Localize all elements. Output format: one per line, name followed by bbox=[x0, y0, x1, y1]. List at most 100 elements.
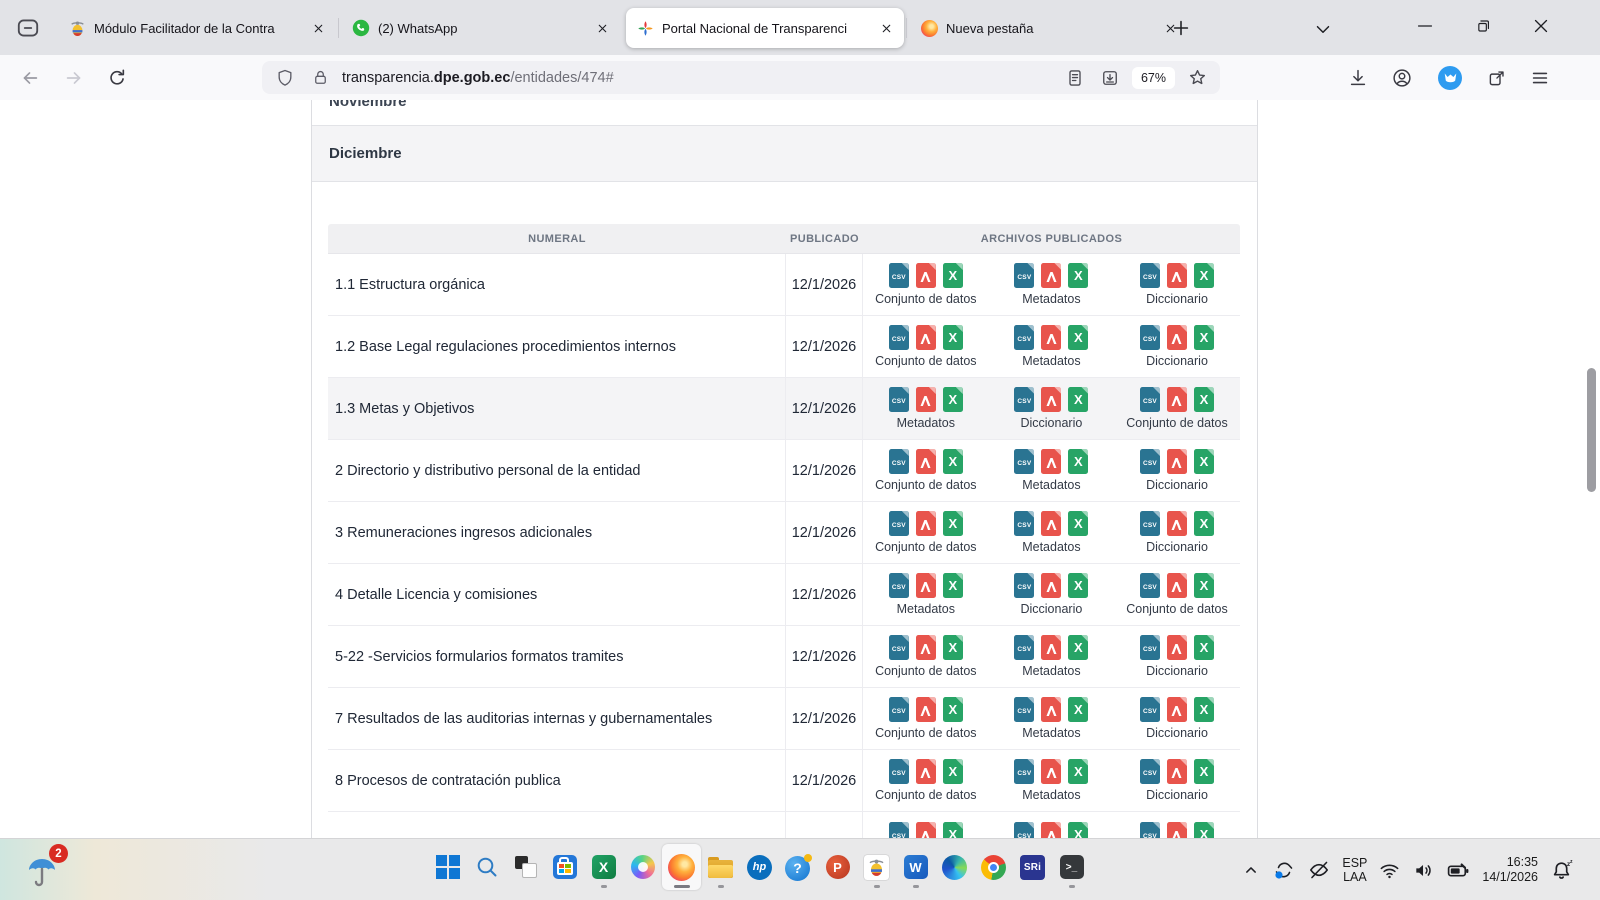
taskbar-file-explorer-icon[interactable] bbox=[701, 844, 740, 890]
file-xlsx-icon[interactable]: X bbox=[1068, 573, 1088, 598]
file-pdf-icon[interactable] bbox=[1041, 325, 1061, 350]
taskbar-sri-icon[interactable]: SRi bbox=[1013, 844, 1052, 890]
taskbar-edge-icon[interactable] bbox=[935, 844, 974, 890]
file-xlsx-icon[interactable]: X bbox=[1194, 325, 1214, 350]
tray-sync-icon[interactable] bbox=[1272, 858, 1296, 882]
volume-icon[interactable] bbox=[1412, 859, 1435, 882]
file-xlsx-icon[interactable]: X bbox=[943, 511, 963, 536]
file-csv-icon[interactable]: CSV bbox=[1014, 573, 1034, 598]
taskbar-soce-icon[interactable] bbox=[857, 844, 896, 890]
firefox-view-icon[interactable] bbox=[12, 13, 44, 43]
file-csv-icon[interactable]: CSV bbox=[889, 759, 909, 784]
taskbar-hp-icon[interactable]: hp bbox=[740, 844, 779, 890]
account-icon[interactable] bbox=[1386, 62, 1418, 94]
file-xlsx-icon[interactable]: X bbox=[943, 697, 963, 722]
window-minimize-button[interactable] bbox=[1408, 10, 1442, 42]
section-diciembre[interactable]: Diciembre bbox=[312, 126, 1257, 182]
file-pdf-icon[interactable] bbox=[1167, 387, 1187, 412]
file-csv-icon[interactable]: CSV bbox=[1014, 387, 1034, 412]
file-csv-icon[interactable]: CSV bbox=[889, 325, 909, 350]
notification-bell-icon[interactable]: zz bbox=[1549, 858, 1574, 883]
file-xlsx-icon[interactable]: X bbox=[1068, 263, 1088, 288]
file-xlsx-icon[interactable]: X bbox=[1068, 635, 1088, 660]
file-xlsx-icon[interactable]: X bbox=[943, 573, 963, 598]
bookmark-star-icon[interactable] bbox=[1184, 65, 1210, 91]
file-xlsx-icon[interactable]: X bbox=[943, 635, 963, 660]
file-pdf-icon[interactable] bbox=[1041, 635, 1061, 660]
file-xlsx-icon[interactable]: X bbox=[1194, 263, 1214, 288]
file-xlsx-icon[interactable]: X bbox=[1068, 759, 1088, 784]
file-csv-icon[interactable]: CSV bbox=[1140, 511, 1160, 536]
file-pdf-icon[interactable] bbox=[1041, 263, 1061, 288]
file-xlsx-icon[interactable]: X bbox=[1068, 822, 1088, 838]
file-csv-icon[interactable]: CSV bbox=[1014, 263, 1034, 288]
new-tab-button[interactable] bbox=[1166, 13, 1196, 43]
file-csv-icon[interactable]: CSV bbox=[889, 822, 909, 838]
file-csv-icon[interactable]: CSV bbox=[889, 449, 909, 474]
file-csv-icon[interactable]: CSV bbox=[1014, 449, 1034, 474]
forward-button[interactable] bbox=[58, 62, 90, 94]
file-csv-icon[interactable]: CSV bbox=[1140, 325, 1160, 350]
file-pdf-icon[interactable] bbox=[916, 635, 936, 660]
tab-modulo[interactable]: Módulo Facilitador de la Contra bbox=[58, 8, 336, 48]
weather-widget[interactable]: 2 bbox=[22, 847, 68, 893]
file-xlsx-icon[interactable]: X bbox=[1194, 573, 1214, 598]
taskbar-terminal-icon[interactable]: >_ bbox=[1052, 844, 1091, 890]
tab-nueva[interactable]: Nueva pestaña bbox=[910, 8, 1188, 48]
file-csv-icon[interactable]: CSV bbox=[1140, 635, 1160, 660]
file-xlsx-icon[interactable]: X bbox=[943, 759, 963, 784]
file-pdf-icon[interactable] bbox=[1041, 697, 1061, 722]
section-noviembre[interactable]: Noviembre bbox=[312, 100, 1257, 126]
file-pdf-icon[interactable] bbox=[1167, 325, 1187, 350]
taskbar-help-icon[interactable]: ? bbox=[779, 844, 818, 890]
file-xlsx-icon[interactable]: X bbox=[943, 822, 963, 838]
file-pdf-icon[interactable] bbox=[1041, 822, 1061, 838]
file-csv-icon[interactable]: CSV bbox=[1140, 263, 1160, 288]
file-xlsx-icon[interactable]: X bbox=[1068, 697, 1088, 722]
file-xlsx-icon[interactable]: X bbox=[943, 387, 963, 412]
file-pdf-icon[interactable] bbox=[1041, 387, 1061, 412]
save-page-icon[interactable] bbox=[1097, 65, 1123, 91]
file-pdf-icon[interactable] bbox=[1167, 697, 1187, 722]
file-pdf-icon[interactable] bbox=[1167, 822, 1187, 838]
tab-close-icon[interactable] bbox=[590, 16, 614, 40]
wifi-icon[interactable] bbox=[1378, 859, 1401, 882]
file-csv-icon[interactable]: CSV bbox=[1014, 822, 1034, 838]
back-button[interactable] bbox=[14, 62, 46, 94]
taskbar-search-icon[interactable] bbox=[467, 844, 506, 890]
taskbar-store-icon[interactable] bbox=[545, 844, 584, 890]
file-pdf-icon[interactable] bbox=[916, 449, 936, 474]
file-csv-icon[interactable]: CSV bbox=[889, 697, 909, 722]
file-csv-icon[interactable]: CSV bbox=[889, 573, 909, 598]
file-pdf-icon[interactable] bbox=[916, 822, 936, 838]
file-xlsx-icon[interactable]: X bbox=[1194, 511, 1214, 536]
taskbar-start-icon[interactable] bbox=[428, 844, 467, 890]
file-csv-icon[interactable]: CSV bbox=[889, 387, 909, 412]
taskbar-firefox-icon[interactable] bbox=[662, 844, 701, 890]
file-pdf-icon[interactable] bbox=[1167, 635, 1187, 660]
tray-eye-off-icon[interactable] bbox=[1307, 858, 1331, 882]
file-xlsx-icon[interactable]: X bbox=[943, 449, 963, 474]
file-pdf-icon[interactable] bbox=[1167, 449, 1187, 474]
clock[interactable]: 16:35 14/1/2026 bbox=[1482, 855, 1538, 886]
window-close-button[interactable] bbox=[1524, 10, 1558, 42]
taskbar-word-icon[interactable]: W bbox=[896, 844, 935, 890]
file-pdf-icon[interactable] bbox=[916, 697, 936, 722]
taskbar-task-view-icon[interactable] bbox=[506, 844, 545, 890]
taskbar-powerpoint-icon[interactable]: P bbox=[818, 844, 857, 890]
tab-close-icon[interactable] bbox=[874, 16, 898, 40]
tab-whatsapp[interactable]: (2) WhatsApp bbox=[342, 8, 620, 48]
url-bar[interactable]: transparencia.dpe.gob.ec/entidades/474# … bbox=[262, 61, 1220, 94]
file-csv-icon[interactable]: CSV bbox=[1140, 697, 1160, 722]
file-xlsx-icon[interactable]: X bbox=[1068, 387, 1088, 412]
file-xlsx-icon[interactable]: X bbox=[1194, 759, 1214, 784]
downloads-icon[interactable] bbox=[1342, 62, 1374, 94]
file-pdf-icon[interactable] bbox=[1041, 449, 1061, 474]
file-pdf-icon[interactable] bbox=[916, 325, 936, 350]
menu-hamburger-icon[interactable] bbox=[1524, 62, 1556, 94]
file-xlsx-icon[interactable]: X bbox=[1068, 325, 1088, 350]
list-all-tabs-icon[interactable] bbox=[1308, 16, 1338, 42]
battery-icon[interactable] bbox=[1446, 858, 1471, 883]
taskbar-chrome-icon[interactable] bbox=[974, 844, 1013, 890]
file-xlsx-icon[interactable]: X bbox=[1194, 449, 1214, 474]
